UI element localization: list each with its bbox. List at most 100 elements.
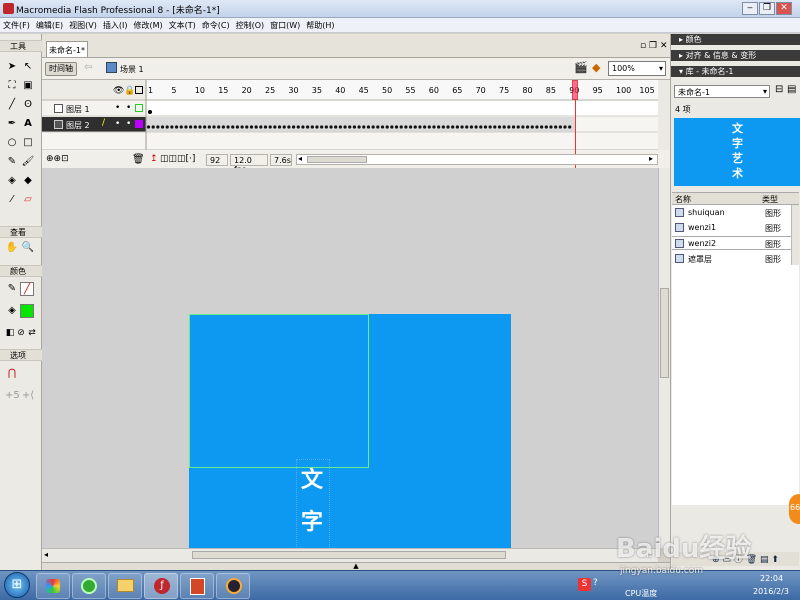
stroke-color-swatch[interactable]: ╱ [20, 282, 34, 296]
eye-icon[interactable]: 👁 [113, 86, 124, 96]
subselection-tool-icon[interactable]: ↖ [21, 60, 35, 74]
stage-workspace[interactable]: 文 字 [42, 168, 658, 549]
mask-rectangle[interactable] [189, 314, 369, 468]
add-layer-icon[interactable]: ⊕⊕⊡ [46, 154, 69, 164]
stage-hscroll-thumb[interactable] [192, 551, 506, 559]
sogou-ime-icon[interactable]: S [578, 578, 591, 591]
maximize-button[interactable]: ❐ [759, 2, 775, 15]
scroll-left-arrow-icon[interactable]: ◂ [298, 154, 302, 163]
new-library-icon[interactable]: ▤ [787, 84, 796, 95]
taskbar-browser[interactable] [72, 573, 106, 599]
menu-help[interactable]: 帮助(H) [303, 18, 337, 31]
scroll-right-arrow-icon[interactable]: ▸ [649, 154, 653, 163]
library-item[interactable]: shuiquan 图形 [672, 206, 799, 220]
free-transform-tool-icon[interactable]: ⛶ [5, 79, 19, 93]
layer-2-frames[interactable] [146, 117, 658, 132]
timeline-hscroll[interactable]: ◂ ▸ [296, 154, 658, 165]
clock-date[interactable]: 2016/2/3 [753, 587, 789, 596]
text-tool-icon[interactable]: A [21, 117, 35, 131]
pencil-tool-icon[interactable]: ✎ [5, 155, 19, 169]
taskbar-presentation[interactable] [180, 573, 214, 599]
menu-control[interactable]: 控制(O) [233, 18, 268, 31]
line-tool-icon[interactable]: ╱ [5, 98, 19, 112]
stage[interactable]: 文 字 [189, 314, 511, 549]
minimize-button[interactable]: ‒ [742, 2, 758, 15]
timeline-toggle-button[interactable]: 时间轴 [45, 62, 77, 76]
close-doc-icon[interactable]: ✕ [660, 41, 668, 51]
layer-outline-swatch[interactable] [135, 104, 143, 112]
taskbar-explorer[interactable] [108, 573, 142, 599]
taskbar-app-colorful[interactable] [36, 573, 70, 599]
swap-colors-icon[interactable]: ⇄ [25, 326, 39, 340]
back-arrow-icon[interactable]: ⇦ [84, 62, 92, 73]
layer-outline-swatch[interactable] [135, 120, 143, 128]
restore-doc-icon[interactable]: ▫ ❐ [640, 41, 657, 51]
column-type-header[interactable]: 类型 [762, 194, 778, 205]
library-panel-header[interactable]: ▾ 库 - 未命名-1 [671, 66, 800, 77]
ink-bottle-tool-icon[interactable]: ◈ [5, 174, 19, 188]
selection-tool-icon[interactable]: ➤ [5, 60, 19, 74]
menu-edit[interactable]: 编辑(E) [33, 18, 66, 31]
library-scrollbar[interactable] [791, 205, 799, 265]
library-item[interactable]: wenzi1 图形 [672, 221, 799, 235]
layer-row[interactable]: 图层 1 • • [42, 101, 146, 116]
layer-visible-dot[interactable]: • [115, 103, 120, 113]
eyedropper-tool-icon[interactable]: ⁄ [5, 193, 19, 207]
straighten-icon[interactable]: +⟨ [21, 389, 35, 403]
library-document-select[interactable]: 未命名-1 ▾ [674, 85, 770, 98]
menu-text[interactable]: 文本(T) [166, 18, 199, 31]
taskbar-flash[interactable]: ƒ [144, 573, 178, 599]
menu-commands[interactable]: 命令(C) [199, 18, 233, 31]
fill-transform-tool-icon[interactable]: ▣ [21, 79, 35, 93]
brush-tool-icon[interactable]: 🖌 [21, 155, 35, 169]
wide-view-icon[interactable]: ▤ [760, 555, 769, 565]
scroll-left-arrow-icon[interactable]: ◂ [44, 550, 48, 559]
library-item[interactable]: 遮罩层 图形 [672, 252, 799, 266]
layer-visible-dot[interactable]: • [115, 119, 120, 129]
lock-icon[interactable]: 🔒 [124, 86, 135, 96]
eraser-tool-icon[interactable]: ▱ [21, 193, 35, 207]
paint-bucket-tool-icon[interactable]: ◆ [21, 174, 35, 188]
align-panel-header[interactable]: ▸ 对齐 & 信息 & 变形 [671, 50, 800, 61]
rectangle-tool-icon[interactable]: □ [21, 136, 35, 150]
taskbar-media-player[interactable] [216, 573, 250, 599]
onion-skin-icon[interactable]: ◫◫◫[·] [160, 154, 195, 164]
column-name-header[interactable]: 名称 [675, 194, 691, 205]
zoom-tool-icon[interactable]: 🔍 [21, 241, 35, 255]
menu-file[interactable]: 文件(F) [0, 18, 33, 31]
edit-scene-icon[interactable]: 🎬 [574, 61, 588, 74]
smooth-icon[interactable]: +5 [5, 389, 20, 403]
help-tray-icon[interactable]: ? [593, 578, 598, 588]
close-button[interactable]: ✕ [776, 2, 792, 15]
pin-icon[interactable]: ⊟ [775, 84, 783, 95]
pen-tool-icon[interactable]: ✒ [5, 117, 19, 131]
snap-magnet-icon[interactable]: ⋂ [5, 367, 19, 381]
fill-color-icon[interactable]: ◈ [5, 304, 19, 318]
stage-hscroll[interactable]: ◂ ▸ [42, 548, 658, 562]
stroke-color-icon[interactable]: ✎ [5, 282, 19, 296]
color-panel-header[interactable]: ▸ 颜色 [671, 34, 800, 45]
playhead[interactable] [572, 80, 578, 100]
layer-name[interactable]: 图层 2 [66, 120, 90, 131]
menu-window[interactable]: 窗口(W) [267, 18, 303, 31]
center-frame-icon[interactable]: ↥ [150, 154, 158, 164]
fill-color-swatch[interactable] [20, 304, 34, 318]
delete-layer-icon[interactable]: 🗑 [132, 154, 145, 165]
layer-lock-dot[interactable]: • [126, 103, 131, 113]
stage-vscroll[interactable] [658, 168, 670, 548]
layer-name[interactable]: 图层 1 [66, 104, 90, 115]
zoom-select[interactable]: 100% ▾ [608, 61, 666, 76]
stage-vscroll-thumb[interactable] [660, 288, 669, 378]
hand-tool-icon[interactable]: ✋ [5, 241, 19, 255]
edit-symbol-icon[interactable]: ◆ [592, 61, 600, 74]
properties-collapse-bar[interactable]: ▲ [42, 562, 670, 570]
clock-time[interactable]: 22:04 [760, 574, 783, 583]
oval-tool-icon[interactable]: ○ [5, 136, 19, 150]
layer-lock-dot[interactable]: • [126, 119, 131, 129]
outline-icon[interactable] [135, 86, 143, 94]
lasso-tool-icon[interactable]: ʘ [21, 98, 35, 112]
menu-view[interactable]: 视图(V) [66, 18, 100, 31]
layer-row-selected[interactable]: 图层 2 / • • [42, 117, 146, 132]
library-item[interactable]: wenzi2 图形 [672, 236, 799, 250]
menu-modify[interactable]: 修改(M) [130, 18, 165, 31]
